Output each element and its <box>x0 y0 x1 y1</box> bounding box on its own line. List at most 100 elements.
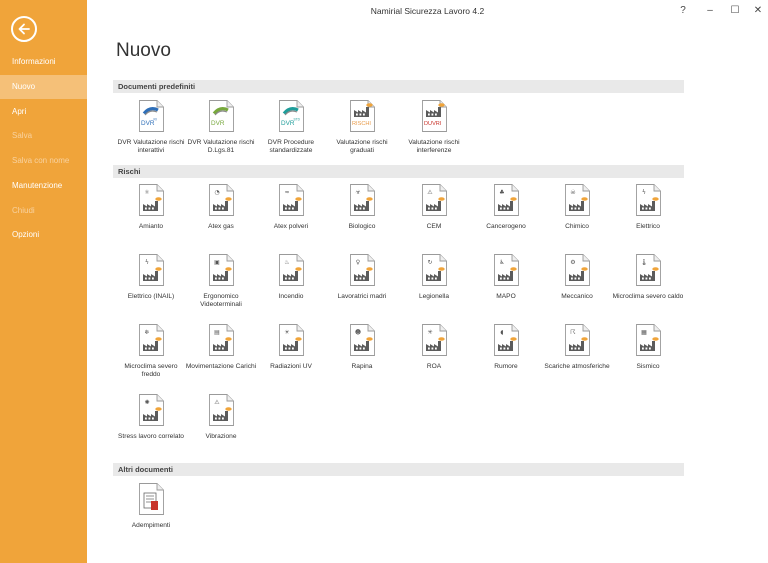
tile-label: Chimico <box>565 223 589 230</box>
tile-radiazioni-uv[interactable]: ☀ Radiazioni UV <box>255 323 327 371</box>
tile-vibrazione[interactable]: ⚠ Vibrazione <box>185 393 257 441</box>
tile-cem[interactable]: ⚠ CEM <box>398 183 470 231</box>
svg-text:◖: ◖ <box>500 329 503 336</box>
document-type-badge: DVR <box>211 120 225 127</box>
carichi-icon: ▤ <box>208 324 234 356</box>
cancerogeno-icon: ♣ <box>493 184 519 216</box>
svg-text:ϟ: ϟ <box>145 259 149 266</box>
svg-text:☠: ☠ <box>570 189 576 196</box>
document-type-badge: RISCHI <box>352 121 371 127</box>
tile-label: Radiazioni UV <box>270 363 312 370</box>
svg-text:☻: ☻ <box>354 329 360 336</box>
tile-label: Incendio <box>278 293 304 300</box>
sidebar-item-nuovo[interactable]: Nuovo <box>0 75 87 99</box>
tile-chimico[interactable]: ☠ Chimico <box>541 183 613 231</box>
gas-icon: ◔ <box>208 184 234 216</box>
close-button[interactable]: ✕ <box>751 4 765 18</box>
document-type-badge-sup: STD <box>293 118 300 122</box>
tile-lavoratrici-madri[interactable]: ♀ Lavoratrici madri <box>326 253 398 301</box>
tile-rapina[interactable]: ☻ Rapina <box>326 323 398 371</box>
tile-atex-gas[interactable]: ◔ Atex gas <box>185 183 257 231</box>
tile-label: Sismico <box>636 363 660 370</box>
tile-dvr-procedure-standardizzate[interactable]: DVR STD DVR Procedure standardizzate <box>255 99 327 155</box>
tile-cancerogeno[interactable]: ♣ Cancerogeno <box>470 183 542 231</box>
incendio-icon: ♨ <box>278 254 304 286</box>
tile-rumore[interactable]: ◖ Rumore <box>470 323 542 371</box>
tile-incendio[interactable]: ♨ Incendio <box>255 253 327 301</box>
svg-text:↻: ↻ <box>427 259 432 266</box>
tile-label: Atex gas <box>208 223 234 230</box>
minimize-button[interactable]: – <box>703 4 717 18</box>
document-type-badge: DUVRI <box>424 121 442 127</box>
svg-text:⚙: ⚙ <box>570 259 575 266</box>
svg-text:◔: ◔ <box>214 189 219 196</box>
help-button[interactable]: ? <box>676 4 690 18</box>
tile-valutazione-rischi-graduati[interactable]: RISCHI Valutazione rischi graduati <box>326 99 398 155</box>
maximize-button[interactable]: ☐ <box>728 4 742 18</box>
sidebar-item-apri[interactable]: Apri <box>0 100 87 124</box>
tile-label: Vibrazione <box>205 433 237 440</box>
freddo-icon: ❄ <box>138 324 164 356</box>
chimico-icon: ☠ <box>564 184 590 216</box>
sidebar-item-opzioni[interactable]: Opzioni <box>0 223 87 247</box>
factory-icon: DUVRI <box>421 100 447 132</box>
svg-text:≈: ≈ <box>284 189 289 196</box>
tile-label: Meccanico <box>561 293 593 300</box>
tile-microclima-severo-caldo[interactable]: 🌡 Microclima severo caldo <box>612 253 684 301</box>
tile-scariche-atmosferiche[interactable]: ☈ Scariche atmosferiche <box>541 323 613 371</box>
tile-roa[interactable]: ✳ ROA <box>398 323 470 371</box>
sidebar-item-chiudi: Chiudi <box>12 206 35 215</box>
tile-label: Movimentazione Carichi <box>185 363 257 370</box>
uv-icon: ☀ <box>278 324 304 356</box>
elettrico-inail-icon: ϟ <box>138 254 164 286</box>
tile-label: DVR Procedure standardizzate <box>267 139 315 154</box>
svg-text:❄: ❄ <box>144 329 149 336</box>
svg-text:♿: ♿ <box>499 259 504 266</box>
tile-label: ROA <box>426 363 442 370</box>
tile-ergonomico-videoterminali[interactable]: ▣ Ergonomico Videoterminali <box>185 253 257 309</box>
tile-amianto[interactable]: ⚛ Amianto <box>115 183 187 231</box>
factory-icon: RISCHI <box>349 100 375 132</box>
tile-biologico[interactable]: ☣ Biologico <box>326 183 398 231</box>
svg-text:⚛: ⚛ <box>144 189 149 196</box>
sidebar-item-manutenzione[interactable]: Manutenzione <box>0 174 87 198</box>
tile-label: Lavoratrici madri <box>337 293 387 300</box>
svg-text:ϟ: ϟ <box>642 189 646 196</box>
tile-atex-polveri[interactable]: ≈ Atex polveri <box>255 183 327 231</box>
svg-text:✳: ✳ <box>427 329 432 336</box>
svg-text:☈: ☈ <box>570 329 575 336</box>
tile-elettrico-inail[interactable]: ϟ Elettrico (INAIL) <box>115 253 187 301</box>
vibrazione-icon: ⚠ <box>208 394 234 426</box>
tile-label: Rumore <box>494 363 518 370</box>
tile-elettrico[interactable]: ϟ Elettrico <box>612 183 684 231</box>
tile-label: Valutazione rischi graduati <box>336 139 388 154</box>
tile-dvr-valutazione-rischi-interattivi[interactable]: DVR RI DVR Valutazione rischi interattivi <box>115 99 187 155</box>
svg-text:▦: ▦ <box>641 329 647 336</box>
tile-label: CEM <box>426 223 442 230</box>
tile-label: Amianto <box>138 223 164 230</box>
tile-label: DVR Valutazione rischi D.Lgs.81 <box>187 139 255 154</box>
sidebar-item-informazioni[interactable]: Informazioni <box>0 50 87 74</box>
document-type-badge-sup: RI <box>153 118 156 122</box>
biologico-icon: ☣ <box>349 184 375 216</box>
tile-label: Elettrico <box>636 223 660 230</box>
tile-sismico[interactable]: ▦ Sismico <box>612 323 684 371</box>
tile-stress-lavoro-correlato[interactable]: ✺ Stress lavoro correlato <box>115 393 187 441</box>
tile-meccanico[interactable]: ⚙ Meccanico <box>541 253 613 301</box>
tile-legionella[interactable]: ↻ Legionella <box>398 253 470 301</box>
tile-microclima-severo-freddo[interactable]: ❄ Microclima severo freddo <box>115 323 187 379</box>
tile-dvr-valutazione-rischi-d-lgs-81[interactable]: DVR DVR Valutazione rischi D.Lgs.81 <box>185 99 257 155</box>
videoterminale-icon: ▣ <box>208 254 234 286</box>
tile-movimentazione-carichi[interactable]: ▤ Movimentazione Carichi <box>185 323 257 371</box>
tile-label: Microclima severo caldo <box>612 293 684 300</box>
tile-label: Atex polveri <box>273 223 309 230</box>
caldo-icon: 🌡 <box>635 254 661 286</box>
back-button[interactable] <box>11 16 37 42</box>
tile-mapo[interactable]: ♿ MAPO <box>470 253 542 301</box>
tile-label: Microclima severo freddo <box>124 363 178 378</box>
title-bar: Namirial Sicurezza Lavoro 4.2 ? – ☐ ✕ <box>87 0 768 22</box>
meccanico-icon: ⚙ <box>564 254 590 286</box>
svg-text:▣: ▣ <box>214 259 220 266</box>
tile-valutazione-rischi-interferenze[interactable]: DUVRI Valutazione rischi interferenze <box>398 99 470 155</box>
tile-adempimenti[interactable]: Adempimenti <box>115 482 187 530</box>
